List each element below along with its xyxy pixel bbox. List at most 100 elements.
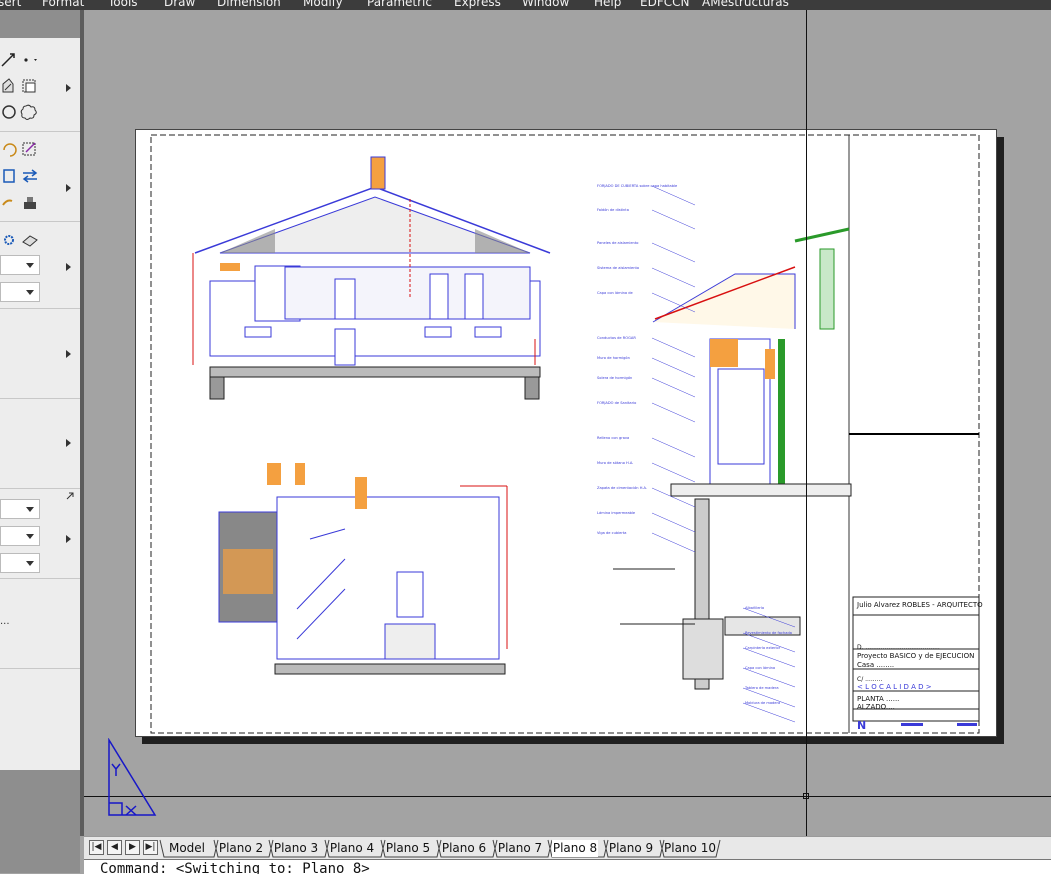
palette-divider [0, 488, 80, 489]
detail-annotation-label: Muro de hormigón [597, 356, 630, 360]
leader-line [651, 357, 696, 378]
expand-arrow-icon[interactable] [66, 350, 71, 358]
menu-tools[interactable]: Tools [108, 0, 138, 9]
leader-line [651, 402, 696, 423]
print-tool-icon[interactable] [20, 193, 40, 213]
linetype-dropdown[interactable] [0, 499, 40, 519]
circle-tool-icon[interactable] [0, 102, 20, 122]
match-properties-icon[interactable] [0, 193, 20, 213]
palette-divider [0, 578, 80, 579]
detail-annotation-label: Muro de sótano H.A. [597, 461, 633, 465]
crosshair-horizontal [84, 796, 1051, 797]
leader-line [651, 337, 696, 358]
leader-line [651, 532, 696, 553]
menu-bar: sert Format Tools Draw Dimension Modify … [0, 0, 1051, 10]
expand-arrow-icon[interactable] [66, 535, 71, 543]
menu-help[interactable]: Help [594, 0, 621, 9]
project-line: Proyecto BASICO y de EJECUCION [857, 652, 974, 660]
menu-draw[interactable]: Draw [164, 0, 195, 9]
detail-annotation-label: Tablero de madera [744, 686, 779, 690]
house-section-upper [192, 156, 551, 400]
region-tool-icon[interactable] [20, 76, 40, 96]
left-panel: ... [0, 10, 81, 873]
tab-plano-9[interactable]: Plano 9 [608, 840, 654, 857]
detail-annotation-label: Revestimiento de fachada [745, 631, 792, 635]
settings-gear-icon[interactable] [0, 230, 20, 250]
tab-plano-2[interactable]: Plano 2 [218, 840, 264, 857]
tab-plano-6[interactable]: Plano 6 [441, 840, 487, 857]
leader-line [651, 242, 696, 263]
palette-divider [0, 308, 80, 309]
menu-express[interactable]: Express [454, 0, 501, 9]
menu-parametric[interactable]: Parametric [367, 0, 432, 9]
ucs-icon [108, 738, 157, 816]
tab-plano-8-active[interactable]: Plano 8 [552, 840, 598, 857]
expand-arrow-icon[interactable] [66, 439, 71, 447]
plotstyle-dropdown[interactable] [0, 553, 40, 573]
expand-arrow-icon[interactable] [66, 84, 71, 92]
layout-sheet[interactable]: Julio Alvarez ROBLES - ARQUITECTO D. ...… [135, 129, 997, 737]
tab-plano-10[interactable]: Plano 10 [664, 840, 716, 857]
menu-modify[interactable]: Modify [303, 0, 343, 9]
menu-insert[interactable]: sert [0, 0, 21, 9]
layer-state-icon[interactable] [20, 230, 40, 250]
command-output: Command: <Switching to: Plano 8> [100, 861, 370, 874]
leader-line [651, 185, 696, 206]
menu-amestructuras[interactable]: AMestructuras [702, 0, 789, 9]
detail-annotation-label: Lámina impermeable [597, 511, 636, 515]
point-tool-icon[interactable] [20, 50, 40, 70]
crosshair-vertical [806, 10, 807, 836]
leader-line [651, 209, 696, 230]
menu-dimension[interactable]: Dimension [217, 0, 281, 9]
address-line: C/ ......... [857, 676, 882, 683]
tab-plano-3[interactable]: Plano 3 [273, 840, 319, 857]
leader-line [651, 462, 696, 483]
detail-annotation-label: Relleno con grava [597, 436, 629, 440]
leader-line [742, 667, 796, 688]
detail-annotation-label: Solera de hormigón [597, 376, 632, 380]
color-dropdown[interactable] [0, 282, 40, 302]
dialog-launcher-icon[interactable] [66, 492, 74, 500]
hatch-tool-icon[interactable] [0, 76, 20, 96]
lineweight-dropdown[interactable] [0, 526, 40, 546]
leader-line [651, 512, 696, 533]
leader-line [651, 267, 696, 288]
crosshair-pickbox [803, 793, 809, 799]
leader-line [742, 647, 796, 668]
menu-window[interactable]: Window [522, 0, 569, 9]
detail-annotation-label: Capa con lámina de [597, 291, 634, 295]
line-tool-icon[interactable] [0, 50, 20, 70]
expand-arrow-icon[interactable] [66, 263, 71, 271]
layer-dropdown[interactable] [0, 255, 40, 275]
house-section-lower [218, 463, 508, 675]
layout-tab-bar: |◀ ◀ ▶ ▶| Model Plano 2 Plano 3 Plano 4 … [84, 836, 1051, 860]
detail-annotation-label: Paneles de aislamiento [597, 241, 638, 245]
menu-edfccn[interactable]: EDFCCN [640, 0, 689, 9]
drawing-svg[interactable]: Julio Alvarez ROBLES - ARQUITECTO D. ...… [135, 129, 997, 737]
tab-model[interactable]: Model [164, 840, 210, 857]
rotate-tool-icon[interactable] [0, 138, 20, 158]
detail-annotation-label: Viga de cubierta [597, 531, 626, 535]
scale-tool-icon[interactable] [20, 138, 40, 158]
detail-annotation-label: Sistema de aislamiento [597, 266, 639, 270]
expand-arrow-icon[interactable] [66, 184, 71, 192]
tab-plano-7[interactable]: Plano 7 [497, 840, 543, 857]
detail-annotation-label: Albañilería [745, 606, 764, 610]
command-line[interactable]: Command: <Switching to: Plano 8> [84, 859, 1051, 874]
revcloud-tool-icon[interactable] [20, 102, 40, 122]
stretch-tool-icon[interactable] [0, 166, 20, 186]
house-line: Casa ........ [857, 661, 894, 669]
swap-arrows-icon[interactable] [20, 166, 40, 186]
construction-detail [613, 227, 852, 690]
detail-annotation-label: Conductos de ROGAR [597, 336, 636, 340]
tool-palette: ... [0, 38, 81, 770]
leader-line [742, 702, 796, 723]
palette-divider [0, 668, 80, 669]
detail-annotation-label: Zapata de cimentación H.A. [597, 486, 647, 490]
client-line: D. .....................................… [857, 644, 940, 651]
tab-plano-5[interactable]: Plano 5 [385, 840, 431, 857]
palette-more-label: ... [0, 616, 10, 627]
detail-annotation-label: FORJADO DE CUBIERTA sobre capa habitable [597, 184, 678, 188]
tab-plano-4[interactable]: Plano 4 [329, 840, 375, 857]
menu-format[interactable]: Format [42, 0, 84, 9]
